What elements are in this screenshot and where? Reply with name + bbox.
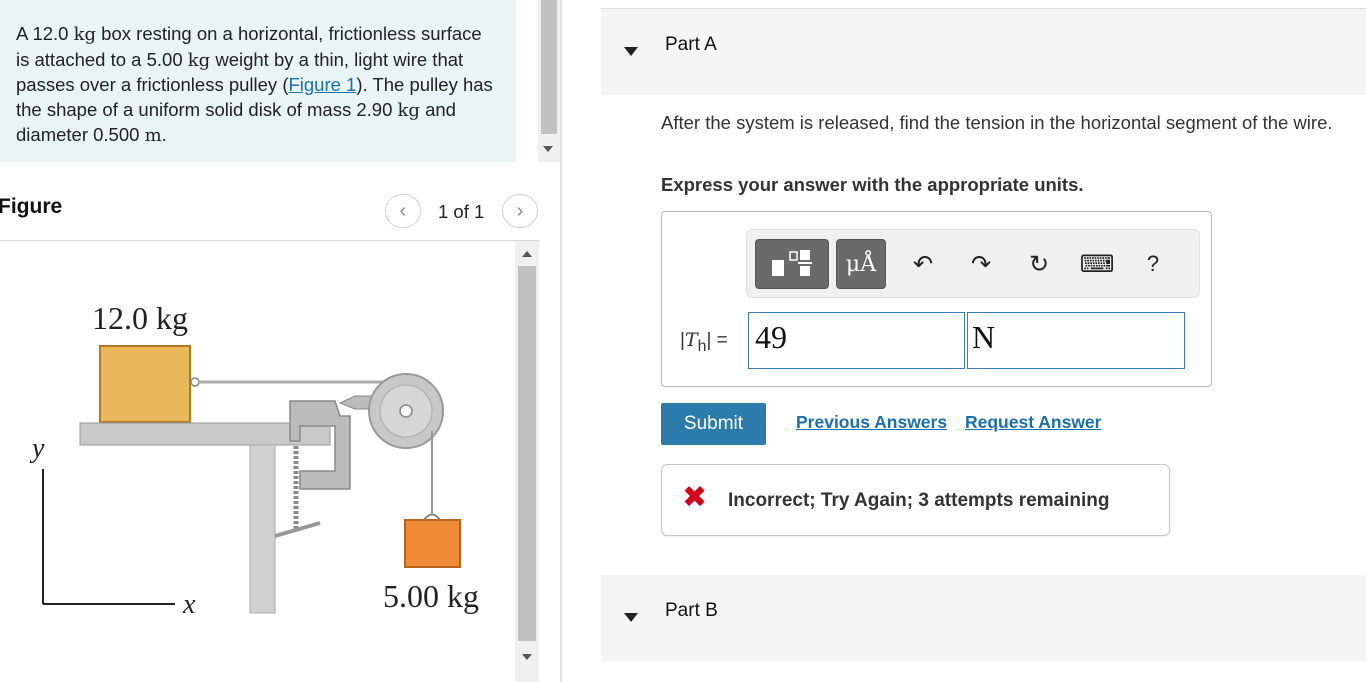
figure-title: Figure — [0, 195, 63, 218]
box-mass-label: 12.0 kg — [92, 300, 188, 336]
feedback-message: Incorrect; Try Again; 3 attempts remaini… — [728, 490, 1110, 511]
pulley-diagram: 12.0 kg 5.00 kg y x — [29, 300, 479, 620]
templates-button[interactable] — [755, 239, 829, 289]
figure-count: 1 of 1 — [438, 201, 485, 222]
scroll-up-arrow-icon[interactable] — [522, 251, 532, 257]
figure-image: 12.0 kg 5.00 kg y x — [0, 241, 515, 682]
unit-input[interactable]: N — [967, 312, 1185, 369]
box-block — [99, 345, 191, 423]
answer-box: μÅ ↶ ↷ ↻ ⌨ ? |Th| = 49 N — [661, 211, 1212, 387]
unit-kg: kg — [397, 99, 420, 121]
error-icon: ✖ — [682, 480, 708, 515]
problem-text: . — [161, 124, 167, 145]
figure-prev-button[interactable]: ‹ — [385, 194, 421, 228]
scrollbar-thumb[interactable] — [541, 0, 557, 134]
variable-label: |Th| = — [680, 329, 728, 356]
scroll-down-arrow-icon[interactable] — [522, 654, 532, 660]
variable-T: T — [684, 329, 698, 351]
clamp-handle — [274, 521, 321, 538]
submit-button[interactable]: Submit — [661, 403, 766, 445]
box-hook — [190, 377, 200, 387]
unit-m: m — [144, 125, 162, 146]
units-button[interactable]: μÅ — [836, 239, 886, 289]
figure-link[interactable]: Figure 1 — [288, 74, 356, 95]
problem-scrollbar[interactable] — [538, 0, 560, 162]
x-axis-label: x — [182, 589, 196, 620]
pulley-axle — [399, 404, 413, 418]
units-instruction: Express your answer with the appropriate… — [661, 174, 1084, 195]
previous-answers-link[interactable]: Previous Answers — [796, 412, 947, 433]
feedback-box: ✖ Incorrect; Try Again; 3 attempts remai… — [661, 464, 1170, 536]
chevron-right-icon: › — [516, 199, 524, 222]
caret-down-icon — [624, 47, 638, 56]
math-toolbar: μÅ ↶ ↷ ↻ ⌨ ? — [746, 229, 1200, 298]
keyboard-icon[interactable]: ⌨ — [1080, 250, 1115, 278]
units-icon: μÅ — [845, 251, 877, 277]
table-leg — [249, 444, 276, 614]
scrollbar-thumb[interactable] — [518, 266, 536, 641]
templates-icon — [772, 250, 812, 276]
scroll-down-arrow-icon[interactable] — [543, 146, 553, 152]
request-answer-link[interactable]: Request Answer — [965, 412, 1101, 433]
part-a-label: Part A — [665, 34, 717, 55]
reset-icon[interactable]: ↻ — [1025, 250, 1053, 278]
y-axis-label: y — [29, 433, 45, 464]
problem-text: A 12.0 — [16, 23, 74, 44]
help-icon[interactable]: ? — [1139, 250, 1167, 278]
redo-icon[interactable]: ↷ — [967, 250, 995, 278]
hanging-weight — [404, 519, 461, 568]
figure-next-button[interactable]: › — [502, 194, 538, 228]
unit-kg: kg — [187, 49, 211, 71]
part-b-header[interactable]: Part B — [601, 575, 1366, 661]
chevron-left-icon: ‹ — [399, 199, 407, 222]
part-b-label: Part B — [665, 600, 718, 621]
column-divider — [560, 0, 562, 682]
undo-icon[interactable]: ↶ — [909, 250, 937, 278]
figure-scrollbar[interactable] — [515, 241, 539, 682]
equals-sign: | = — [706, 330, 728, 351]
part-a-question: After the system is released, find the t… — [661, 112, 1333, 133]
part-a-header[interactable]: Part A — [601, 9, 1366, 95]
caret-down-icon — [624, 613, 638, 622]
weight-mass-label: 5.00 kg — [383, 578, 479, 614]
problem-statement: A 12.0 kg box resting on a horizontal, f… — [0, 0, 516, 162]
unit-kg: kg — [73, 24, 97, 45]
value-input[interactable]: 49 — [748, 312, 965, 369]
